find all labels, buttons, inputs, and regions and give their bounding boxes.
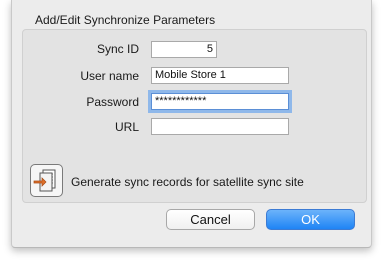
password-label: Password [86,95,139,109]
user-name-field[interactable]: Mobile Store 1 [151,67,289,84]
url-label: URL [114,120,139,134]
user-name-label: User name [80,69,139,83]
sync-id-field[interactable]: 5 [151,41,217,58]
generate-records-label: Generate sync records for satellite sync… [71,175,304,189]
password-field[interactable]: ************ [148,90,292,113]
group-title: Add/Edit Synchronize Parameters [35,13,216,27]
sync-id-label: Sync ID [96,42,139,56]
ok-button[interactable]: OK [266,209,355,230]
url-field[interactable] [151,118,289,135]
generate-records-icon[interactable] [30,164,63,197]
cancel-button[interactable]: Cancel [166,209,255,230]
